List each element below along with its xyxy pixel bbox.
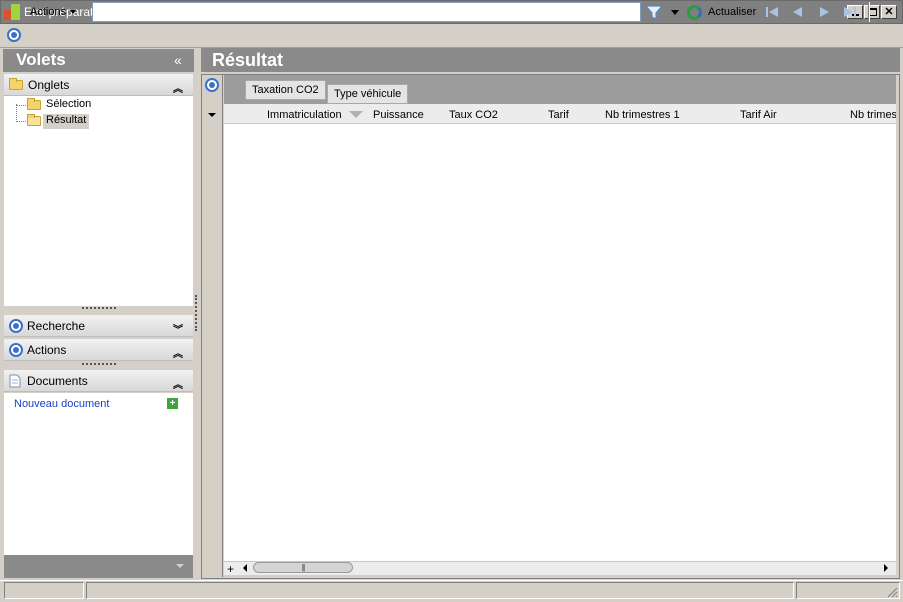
pane-splitter-grip[interactable] bbox=[195, 295, 197, 331]
folder-icon bbox=[27, 98, 41, 110]
folder-icon bbox=[9, 78, 23, 90]
document-icon bbox=[9, 374, 21, 388]
plus-icon[interactable]: + bbox=[167, 398, 178, 409]
circle-menu-icon bbox=[9, 319, 23, 333]
status-cell bbox=[796, 582, 900, 599]
filter-icon[interactable] bbox=[645, 4, 663, 20]
sort-indicator-icon bbox=[349, 111, 363, 118]
refresh-icon[interactable] bbox=[687, 5, 702, 20]
column-header-tarif[interactable]: Tarif bbox=[548, 109, 569, 121]
column-header-nb-trimestres-1[interactable]: Nb trimestres 1 bbox=[605, 109, 680, 121]
actions-menu-button[interactable]: Actions bbox=[30, 4, 77, 20]
circle-menu-icon[interactable] bbox=[7, 28, 21, 42]
onglets-tree bbox=[4, 96, 193, 306]
volets-title: Volets bbox=[16, 50, 66, 69]
grid-menu-icon[interactable] bbox=[205, 78, 219, 92]
status-cell bbox=[86, 582, 794, 599]
scroll-right-icon[interactable] bbox=[884, 564, 888, 572]
column-chooser-dropdown-icon[interactable] bbox=[208, 113, 216, 117]
column-header-immatriculation[interactable]: Immatriculation bbox=[267, 109, 342, 121]
maximize-button[interactable] bbox=[864, 5, 880, 19]
collapse-pane-button[interactable]: « bbox=[174, 52, 182, 68]
tree-line bbox=[16, 105, 26, 106]
circle-menu-icon bbox=[9, 343, 23, 357]
section-splitter-grip[interactable] bbox=[82, 363, 116, 366]
collapse-onglets-icon[interactable]: ︽ bbox=[173, 80, 183, 95]
last-icon[interactable] bbox=[841, 4, 859, 20]
next-icon[interactable] bbox=[815, 4, 833, 20]
actions-menu-label: Actions bbox=[30, 6, 67, 18]
new-document-link[interactable]: Nouveau document bbox=[14, 398, 109, 410]
result-header bbox=[201, 48, 900, 72]
grid-left-strip bbox=[202, 75, 223, 577]
scrollbar-thumb[interactable]: ||| bbox=[253, 562, 353, 573]
refresh-button-label[interactable]: Actualiser bbox=[708, 6, 756, 18]
tree-line bbox=[16, 104, 17, 122]
prev-icon[interactable] bbox=[789, 4, 807, 20]
recherche-label: Recherche bbox=[27, 319, 86, 333]
tree-item-selection[interactable]: Sélection bbox=[46, 98, 91, 110]
actions-label: Actions bbox=[27, 343, 67, 357]
scroll-left-icon[interactable] bbox=[243, 564, 247, 572]
grid-body[interactable] bbox=[224, 124, 896, 561]
column-header-taux-co2[interactable]: Taux CO2 bbox=[449, 109, 498, 121]
resize-grip-icon[interactable] bbox=[886, 586, 898, 598]
group-tab-taxation-co2[interactable]: Taxation CO2 bbox=[245, 80, 326, 100]
column-header-puissance[interactable]: Puissance bbox=[373, 109, 424, 121]
chevron-down-icon[interactable] bbox=[176, 564, 184, 568]
column-header-nb-trimes[interactable]: Nb trimes bbox=[850, 109, 896, 121]
documents-label: Documents bbox=[27, 374, 88, 388]
tree-item-resultat[interactable]: Résultat bbox=[46, 114, 86, 126]
group-tab-type-vehicule[interactable]: Type véhicule bbox=[327, 84, 409, 104]
column-header-tarif-air[interactable]: Tarif Air bbox=[740, 109, 777, 121]
expand-recherche-icon[interactable]: ︾ bbox=[173, 321, 183, 336]
scrollbar-grip: ||| bbox=[301, 563, 305, 572]
first-icon[interactable] bbox=[763, 4, 781, 20]
filter-dropdown-icon[interactable] bbox=[671, 10, 679, 15]
section-splitter-grip[interactable] bbox=[82, 307, 116, 310]
close-icon: ✕ bbox=[884, 5, 894, 18]
documents-panel bbox=[4, 393, 193, 555]
toolbar bbox=[0, 24, 903, 48]
app-icon bbox=[4, 4, 20, 20]
close-button[interactable]: ✕ bbox=[881, 5, 897, 19]
left-pane-footer bbox=[4, 555, 193, 578]
add-row-button[interactable]: + bbox=[227, 562, 234, 576]
search-input[interactable] bbox=[92, 2, 641, 22]
page-title: Résultat bbox=[212, 50, 284, 70]
status-cell bbox=[4, 582, 84, 599]
chevron-down-icon bbox=[70, 10, 77, 14]
collapse-documents-icon[interactable]: ︽ bbox=[173, 376, 183, 391]
onglets-label: Onglets bbox=[28, 78, 70, 92]
collapse-actions-icon[interactable]: ︽ bbox=[173, 345, 183, 360]
tree-line bbox=[16, 121, 26, 122]
toolbar-separator bbox=[868, 2, 870, 22]
open-folder-icon bbox=[27, 114, 41, 126]
